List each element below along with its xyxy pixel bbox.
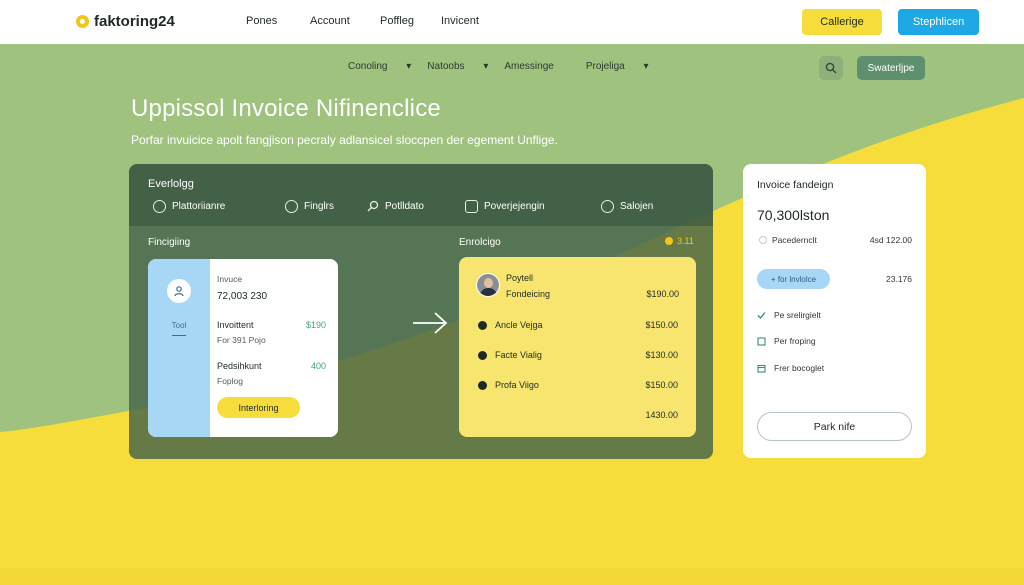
add-invoice-button[interactable]: + for lnvlolce [757,269,830,289]
check-item[interactable]: Frer bocoglet [757,363,824,373]
pill-value: 23.176 [886,274,912,284]
invoice-row-amount: 400 [310,361,326,371]
brand-logo[interactable]: faktoring24 [76,13,175,30]
nav-item-poffleg[interactable]: Poffleg [380,15,441,27]
row-amount: $190.00 [646,289,679,299]
section-label-fincigiing: Fincigiing [148,237,191,248]
status-badge: 3.11 [665,236,694,246]
sidebar-label: Tool [171,321,187,330]
row-amount: $150.00 [645,380,678,390]
logo-icon [76,15,89,28]
page-subtitle: Porfar invuicice apolt fangjison pecraly… [131,133,558,147]
tab-plattoriianre[interactable]: Plattoriianre [153,200,225,213]
tab-poverjejengin[interactable]: Poverjejengin [465,200,545,213]
dashboard-panel: Everlolgg Plattoriianre Finglrs Potlldat… [129,164,713,459]
sub-navigation: Conoling ▾ Natoobs ▾ Amessinge Projeliga… [348,61,665,72]
invoice-row-amount: $190 [305,320,326,330]
top-navigation-bar: faktoring24 Pones Account Poffleg Invice… [0,0,1024,44]
check-label: Frer bocoglet [774,363,825,373]
brand-name: faktoring24 [94,13,175,30]
user-icon [167,279,191,303]
invoice-label: Invuce [217,274,243,284]
summary-row-value: 4sd 122.00 [869,235,912,245]
globe-icon [285,200,298,213]
park-nife-button[interactable]: Park nife [757,412,912,441]
search-button[interactable] [819,56,843,80]
page-title: Uppissol Invoice Nifinenclice [131,95,441,122]
invoice-row-label: Pedsihkunt [217,361,262,371]
radio-icon[interactable] [759,236,767,244]
summary-row-label: Pacedernclt [772,235,817,245]
check-icon [757,311,766,319]
invoice-number: 72,003 230 [217,291,268,302]
bullet-icon [478,321,487,330]
nav-item-pones[interactable]: Pones [246,15,310,27]
check-item[interactable]: Pe srelirgielt [757,310,821,320]
badge-dot-icon [665,237,673,245]
subnav-item-natoobs[interactable]: Natoobs ▾ [427,61,488,72]
check-label: Pe srelirgielt [774,310,821,320]
callerige-button[interactable]: Callerige [802,9,882,35]
subnav-item-amessinge[interactable]: Amessinge [504,61,569,72]
row-name: Profa Viigo [495,380,539,390]
invoice-row-sub: Foplog [217,376,243,386]
check-label: Per froping [774,336,816,346]
invoice-row-label: Invoittent [217,320,254,330]
tab-potlldato[interactable]: Potlldato [367,200,424,212]
bullet-icon [478,351,487,360]
row-name: Facte Vialig [495,350,542,360]
panel-title: Everlolgg [148,178,194,190]
arrow-right-icon [413,312,448,334]
user-glyph [174,286,184,297]
payments-card: Poytell Fondeicing $190.00 Ancle Vejga $… [459,257,696,437]
nav-item-invicent[interactable]: Invicent [441,15,521,27]
subnav-item-projeliga[interactable]: Projeliga ▾ [586,61,649,72]
avatar [476,273,500,297]
interloring-button[interactable]: Interloring [217,397,300,418]
invoice-card-sidebar: Tool [148,259,210,437]
circle-icon [153,200,166,213]
document-icon [465,200,478,213]
check-item[interactable]: Per froping [757,336,816,346]
search-icon [367,200,379,212]
subnav-item-conoling[interactable]: Conoling ▾ [348,61,411,72]
row-name: Poytell [506,273,534,283]
bullet-icon [478,381,487,390]
main-nav: Pones Account Poffleg Invicent [246,15,521,27]
invoice-card: Tool Invuce 72,003 230 Invoittent $190 F… [148,259,338,437]
clock-icon [601,200,614,213]
invoice-summary-card: Invoice fandeign 70,300lston Pacedernclt… [743,164,926,458]
summary-title: Invoice fandeign [757,179,834,191]
tab-finglrs[interactable]: Finglrs [285,200,334,213]
stephlicen-button[interactable]: Stephlicen [898,9,979,35]
nav-item-account[interactable]: Account [310,15,380,27]
row-name: Ancle Vejga [495,320,543,330]
invoice-row-sub: For 391 Pojo [217,335,266,345]
avatar-body [480,288,497,296]
row-sub: Fondeicing [506,289,551,299]
divider [172,335,186,336]
row-amount: $150.00 [645,320,678,330]
edit-icon [757,336,766,346]
row-amount: $130.00 [645,350,678,360]
calendar-icon [757,364,766,373]
total-amount: 1430.00 [645,410,678,420]
panel-tabs: Plattoriianre Finglrs Potlldato Poverjej… [129,200,713,220]
swaterljpe-button[interactable]: Swaterljpe [857,56,925,80]
summary-amount: 70,300lston [757,207,830,223]
tab-salojen[interactable]: Salojen [601,200,653,213]
search-icon [825,62,837,74]
avatar-head [484,278,493,288]
section-label-enrolcigo: Enrolcigo [459,237,501,248]
